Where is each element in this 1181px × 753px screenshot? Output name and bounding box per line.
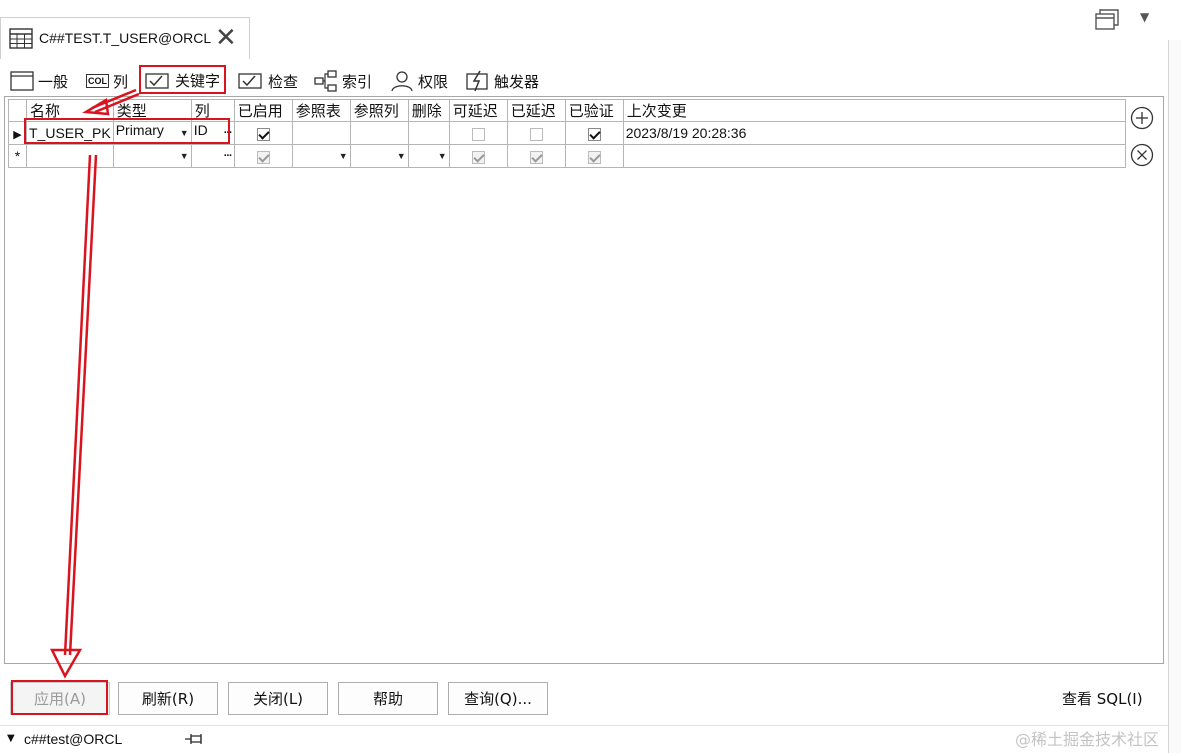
validated-cell[interactable]: [564, 121, 624, 145]
user-icon: [391, 71, 413, 92]
dropdown-arrow-icon[interactable]: ▼: [397, 146, 406, 167]
column-header-enabled[interactable]: 已启用: [233, 99, 293, 122]
dropdown-arrow-icon[interactable]: ▼: [180, 146, 189, 167]
deferrable-checkbox[interactable]: [471, 127, 485, 141]
col-icon: COL: [86, 74, 109, 88]
column-header-deferrable[interactable]: 可延迟: [448, 99, 508, 122]
tab-triggers-label: 触发器: [494, 72, 540, 91]
deferred-checkbox[interactable]: [529, 150, 543, 164]
dropdown-arrow-icon[interactable]: ▼: [438, 146, 447, 167]
ref-column-cell[interactable]: [349, 121, 409, 145]
validated-checkbox[interactable]: [587, 150, 601, 164]
new-type-cell[interactable]: ▼: [112, 144, 192, 168]
dropdown-arrow-icon[interactable]: ▼: [339, 146, 348, 167]
check-icon: [238, 73, 262, 89]
new-column-cell[interactable]: ···: [190, 144, 235, 168]
new-enabled-cell[interactable]: [233, 144, 293, 168]
new-deferred-cell[interactable]: [506, 144, 566, 168]
new-last-changed-cell: [622, 144, 1126, 168]
document-tab-title: C##TEST.T_USER@ORCL: [39, 30, 212, 46]
column-header-last-changed[interactable]: 上次变更: [622, 99, 1126, 122]
column-header-delete[interactable]: 删除: [407, 99, 450, 122]
ellipsis-button[interactable]: ···: [224, 146, 233, 167]
remove-icon[interactable]: [1130, 143, 1154, 167]
chevron-down-icon[interactable]: ▼: [1140, 10, 1149, 24]
tab-privileges-label: 权限: [418, 72, 449, 91]
column-header-deferred[interactable]: 已延迟: [506, 99, 566, 122]
annotation-box-keys-tab: [139, 65, 226, 94]
table-icon: [9, 28, 33, 49]
view-sql-button[interactable]: 查看 SQL(I): [1062, 688, 1143, 709]
tab-general[interactable]: 一般: [10, 68, 68, 94]
close-button[interactable]: 关闭(L): [228, 682, 328, 715]
help-button[interactable]: 帮助: [338, 682, 438, 715]
index-icon: [314, 70, 337, 92]
deferred-checkbox[interactable]: [529, 127, 543, 141]
new-ref-table-cell[interactable]: ▼: [291, 144, 351, 168]
column-header-ref-table[interactable]: 参照表: [291, 99, 351, 122]
keys-grid-panel: 名称 类型 列 已启用 参照表 参照列 删除 可延迟 已延迟 已验证 上次变更 …: [4, 96, 1164, 664]
pin-icon[interactable]: [184, 731, 206, 747]
tab-columns[interactable]: COL 列: [86, 68, 128, 94]
new-ref-column-cell[interactable]: ▼: [349, 144, 409, 168]
tab-index-label: 索引: [342, 72, 373, 91]
tab-check-label: 检查: [268, 72, 299, 91]
column-header-validated[interactable]: 已验证: [564, 99, 624, 122]
window-list-icon[interactable]: [1094, 6, 1120, 32]
close-icon[interactable]: ✕: [215, 25, 237, 51]
tab-columns-label: 列: [113, 72, 129, 91]
chevron-down-icon[interactable]: ▼: [7, 733, 15, 744]
new-name-cell[interactable]: [26, 144, 114, 168]
query-button[interactable]: 查询(Q)...: [448, 682, 548, 715]
tab-triggers[interactable]: 触发器: [466, 68, 539, 94]
window-icon: [10, 71, 34, 91]
annotation-box-key-row: [24, 118, 230, 144]
enabled-cell[interactable]: [233, 121, 293, 145]
document-tab[interactable]: C##TEST.T_USER@ORCL ✕: [0, 17, 250, 59]
new-validated-cell[interactable]: [564, 144, 624, 168]
enabled-checkbox[interactable]: [256, 150, 270, 164]
column-header-ref-column[interactable]: 参照列: [349, 99, 409, 122]
tab-general-label: 一般: [38, 72, 69, 91]
trigger-icon: [466, 70, 488, 92]
tab-privileges[interactable]: 权限: [390, 68, 448, 94]
tab-index[interactable]: 索引: [314, 68, 372, 94]
refresh-button[interactable]: 刷新(R): [118, 682, 218, 715]
watermark-text: @稀土掘金技术社区: [1015, 730, 1160, 749]
annotation-box-apply: [11, 680, 108, 715]
new-delete-cell[interactable]: ▼: [407, 144, 450, 168]
add-icon[interactable]: [1130, 106, 1154, 130]
right-side-panel: [1168, 40, 1181, 753]
row-pointer-icon: ▶: [13, 129, 22, 141]
deferred-cell[interactable]: [506, 121, 566, 145]
connection-label: c##test@ORCL: [24, 731, 123, 747]
status-bar: ▼ c##test@ORCL: [0, 725, 1168, 753]
deferrable-cell[interactable]: [448, 121, 508, 145]
new-row-marker: *: [8, 144, 27, 168]
deferrable-checkbox[interactable]: [471, 150, 485, 164]
new-deferrable-cell[interactable]: [448, 144, 508, 168]
table-row-new[interactable]: * ▼ ··· ▼ ▼ ▼: [8, 144, 1126, 168]
last-changed-cell: 2023/8/19 20:28:36: [622, 121, 1126, 145]
validated-checkbox[interactable]: [587, 127, 601, 141]
tab-check[interactable]: 检查: [238, 68, 298, 94]
enabled-checkbox[interactable]: [256, 127, 270, 141]
ref-table-cell[interactable]: [291, 121, 351, 145]
delete-cell[interactable]: [407, 121, 450, 145]
